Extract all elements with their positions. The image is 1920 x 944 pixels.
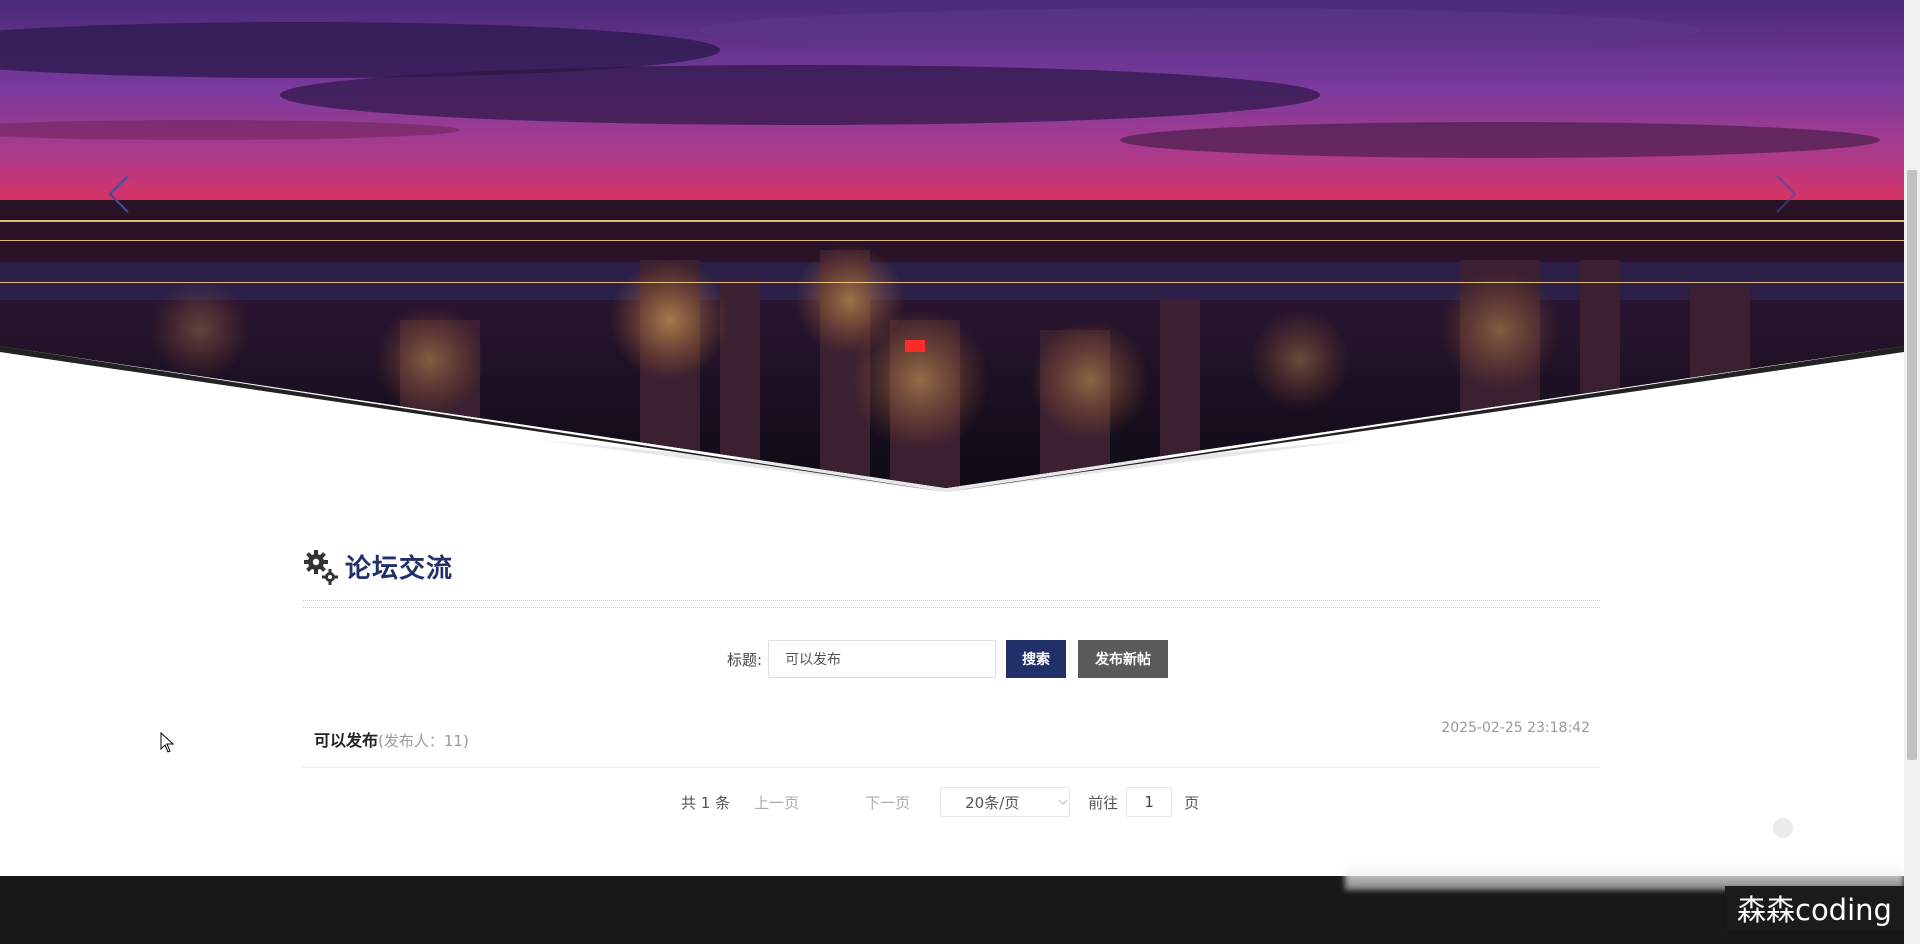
prev-page-button[interactable]: 上一页: [754, 792, 799, 813]
new-post-button[interactable]: 发布新帖: [1078, 640, 1169, 678]
scrollbar[interactable]: [1904, 0, 1920, 944]
city-night-image: [0, 0, 1904, 492]
carousel-next-button[interactable]: [1765, 170, 1805, 218]
page-size-value: 20条/页: [965, 793, 1020, 812]
post-list-item[interactable]: 可以发布(发布人：11) 2025-02-25 23:18:42: [303, 718, 1600, 768]
post-title[interactable]: 可以发布: [314, 731, 378, 750]
section-header: 论坛交流: [303, 544, 453, 588]
search-button[interactable]: 搜索: [1006, 640, 1067, 678]
goto-label: 前往: [1088, 793, 1119, 812]
page-suffix: 页: [1184, 793, 1200, 812]
goto-page-input[interactable]: [1126, 787, 1173, 817]
carousel-prev-button[interactable]: [100, 170, 140, 218]
watermark: 森森coding: [1725, 886, 1904, 930]
forum-page: 论坛交流 标题: 搜索 发布新帖 可以发布(发布人：11) 2025-02-25…: [0, 0, 1920, 944]
post-title-line: 可以发布(发布人：11): [314, 727, 469, 751]
post-author: (发布人：11): [378, 732, 469, 750]
search-bar: 标题: 搜索 发布新帖: [727, 640, 1169, 678]
pagination: 共 1 条 上一页 下一页 20条/页 前往 页: [681, 787, 1199, 817]
title-filter-label: 标题:: [727, 650, 763, 669]
next-page-button[interactable]: 下一页: [865, 792, 910, 813]
chevron-right-icon: [1776, 175, 1797, 213]
back-to-top-icon[interactable]: [1773, 818, 1793, 838]
chevron-left-icon: [108, 175, 129, 213]
total-count: 共 1 条: [681, 793, 731, 812]
gears-icon: [304, 550, 338, 585]
scrollbar-thumb[interactable]: [1907, 170, 1917, 760]
section-divider: [303, 600, 1600, 608]
page-title: 论坛交流: [345, 553, 454, 584]
hero-banner: [0, 0, 1904, 492]
post-date: 2025-02-25 23:18:42: [1441, 720, 1590, 736]
chevron-down-icon: [1058, 799, 1068, 805]
title-search-input[interactable]: [768, 640, 997, 678]
mouse-cursor-icon: [160, 732, 175, 753]
page-size-select[interactable]: 20条/页: [940, 787, 1071, 817]
